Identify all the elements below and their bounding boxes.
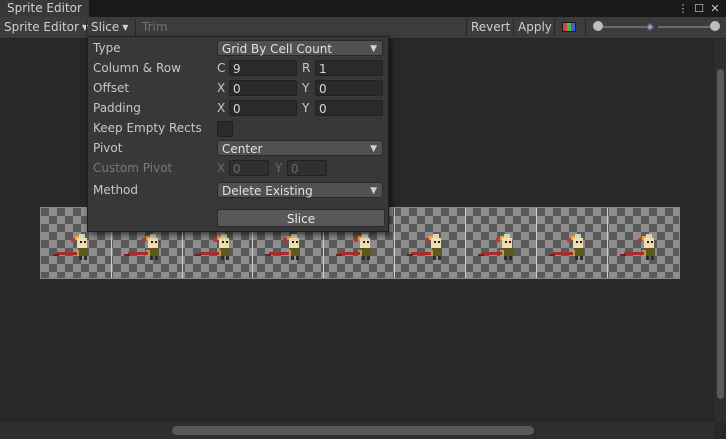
maximize-icon[interactable]: ☐	[692, 0, 706, 17]
offset-x-prefix: X	[217, 81, 226, 95]
revert-button[interactable]: Revert	[471, 17, 510, 38]
custom-pivot-label: Custom Pivot	[93, 161, 173, 175]
padding-y-field[interactable]: 0	[315, 100, 383, 116]
row-count-field[interactable]: 1	[315, 60, 383, 76]
column-row-label: Column & Row	[93, 61, 181, 75]
offset-y-prefix: Y	[302, 81, 310, 95]
row-prefix: R	[302, 61, 311, 75]
toolbar-divider	[513, 19, 514, 36]
chevron-down-icon: ▼	[370, 44, 377, 54]
slice-label: Slice	[91, 20, 120, 34]
toolbar-divider	[466, 19, 467, 36]
pivot-dropdown-value: Center	[222, 142, 263, 156]
keep-empty-rects-checkbox[interactable]	[217, 121, 233, 137]
custom-pivot-y-field[interactable]: 0	[287, 160, 327, 176]
sprite-frame[interactable]	[537, 208, 608, 278]
vertical-scrollbar-thumb[interactable]	[717, 69, 724, 399]
chevron-down-icon: ▼	[370, 186, 377, 196]
horizontal-scrollbar[interactable]	[0, 422, 715, 439]
vertical-scrollbar[interactable]	[715, 39, 726, 422]
window-title-bar: Sprite Editor ⋮ ☐ ✕	[0, 0, 726, 17]
offset-y-field[interactable]: 0	[315, 80, 383, 96]
chevron-down-icon: ▼	[81, 23, 89, 32]
slice-settings-popup: Type Grid By Cell Count ▼ Column & Row C…	[87, 36, 389, 232]
sprite-frame[interactable]	[395, 208, 466, 278]
tab-sprite-editor[interactable]: Sprite Editor	[0, 0, 89, 17]
sprite-editor-mode-label: Sprite Editor	[4, 20, 79, 34]
padding-x-prefix: X	[217, 101, 226, 115]
slice-dropdown-button[interactable]: Slice ▼	[91, 17, 128, 38]
apply-button[interactable]: Apply	[518, 17, 552, 38]
toolbar-divider	[86, 19, 87, 36]
sprite-editor-mode-dropdown[interactable]: Sprite Editor ▼	[4, 17, 88, 38]
close-icon[interactable]: ✕	[708, 0, 722, 17]
column-count-field[interactable]: 9	[229, 60, 297, 76]
method-dropdown[interactable]: Delete Existing ▼	[217, 182, 383, 198]
sprite-frame-graphic	[620, 234, 655, 260]
keep-empty-rects-label: Keep Empty Rects	[93, 121, 202, 135]
type-label: Type	[93, 41, 121, 55]
sprite-frame[interactable]	[608, 208, 679, 278]
padding-label: Padding	[93, 101, 141, 115]
color-channel-icon[interactable]	[562, 21, 576, 33]
toolbar-divider	[554, 19, 555, 36]
toolbar-divider	[585, 19, 586, 36]
trim-button[interactable]: Trim	[142, 17, 168, 38]
type-dropdown-value: Grid By Cell Count	[222, 42, 333, 56]
custom-pivot-x-field[interactable]: 0	[229, 160, 269, 176]
toolbar-divider	[135, 19, 136, 36]
sprite-frame-graphic	[478, 234, 513, 260]
custom-pivot-y-prefix: Y	[275, 161, 283, 175]
offset-x-field[interactable]: 0	[229, 80, 297, 96]
zoom-slider-track[interactable]	[596, 26, 646, 28]
pivot-label: Pivot	[93, 141, 123, 155]
method-label: Method	[93, 183, 139, 197]
offset-label: Offset	[93, 81, 130, 95]
slice-button[interactable]: Slice	[217, 209, 385, 227]
custom-pivot-x-prefix: X	[217, 161, 226, 175]
sprite-frame-graphic	[407, 234, 442, 260]
sprite-frame[interactable]	[466, 208, 537, 278]
sprite-frame-graphic	[549, 234, 584, 260]
mipmap-icon	[646, 23, 654, 31]
padding-x-field[interactable]: 0	[229, 100, 297, 116]
pivot-dropdown[interactable]: Center ▼	[217, 140, 383, 156]
mip-level-slider-track[interactable]	[658, 26, 714, 28]
type-dropdown[interactable]: Grid By Cell Count ▼	[217, 40, 383, 56]
column-prefix: C	[217, 61, 226, 75]
method-dropdown-value: Delete Existing	[222, 184, 313, 198]
padding-y-prefix: Y	[302, 101, 310, 115]
more-options-icon[interactable]: ⋮	[676, 0, 690, 17]
horizontal-scrollbar-thumb[interactable]	[172, 426, 534, 435]
chevron-down-icon: ▼	[370, 144, 377, 154]
chevron-down-icon: ▼	[122, 23, 129, 32]
mip-level-slider-knob[interactable]	[710, 21, 720, 31]
zoom-slider-knob[interactable]	[593, 21, 603, 31]
